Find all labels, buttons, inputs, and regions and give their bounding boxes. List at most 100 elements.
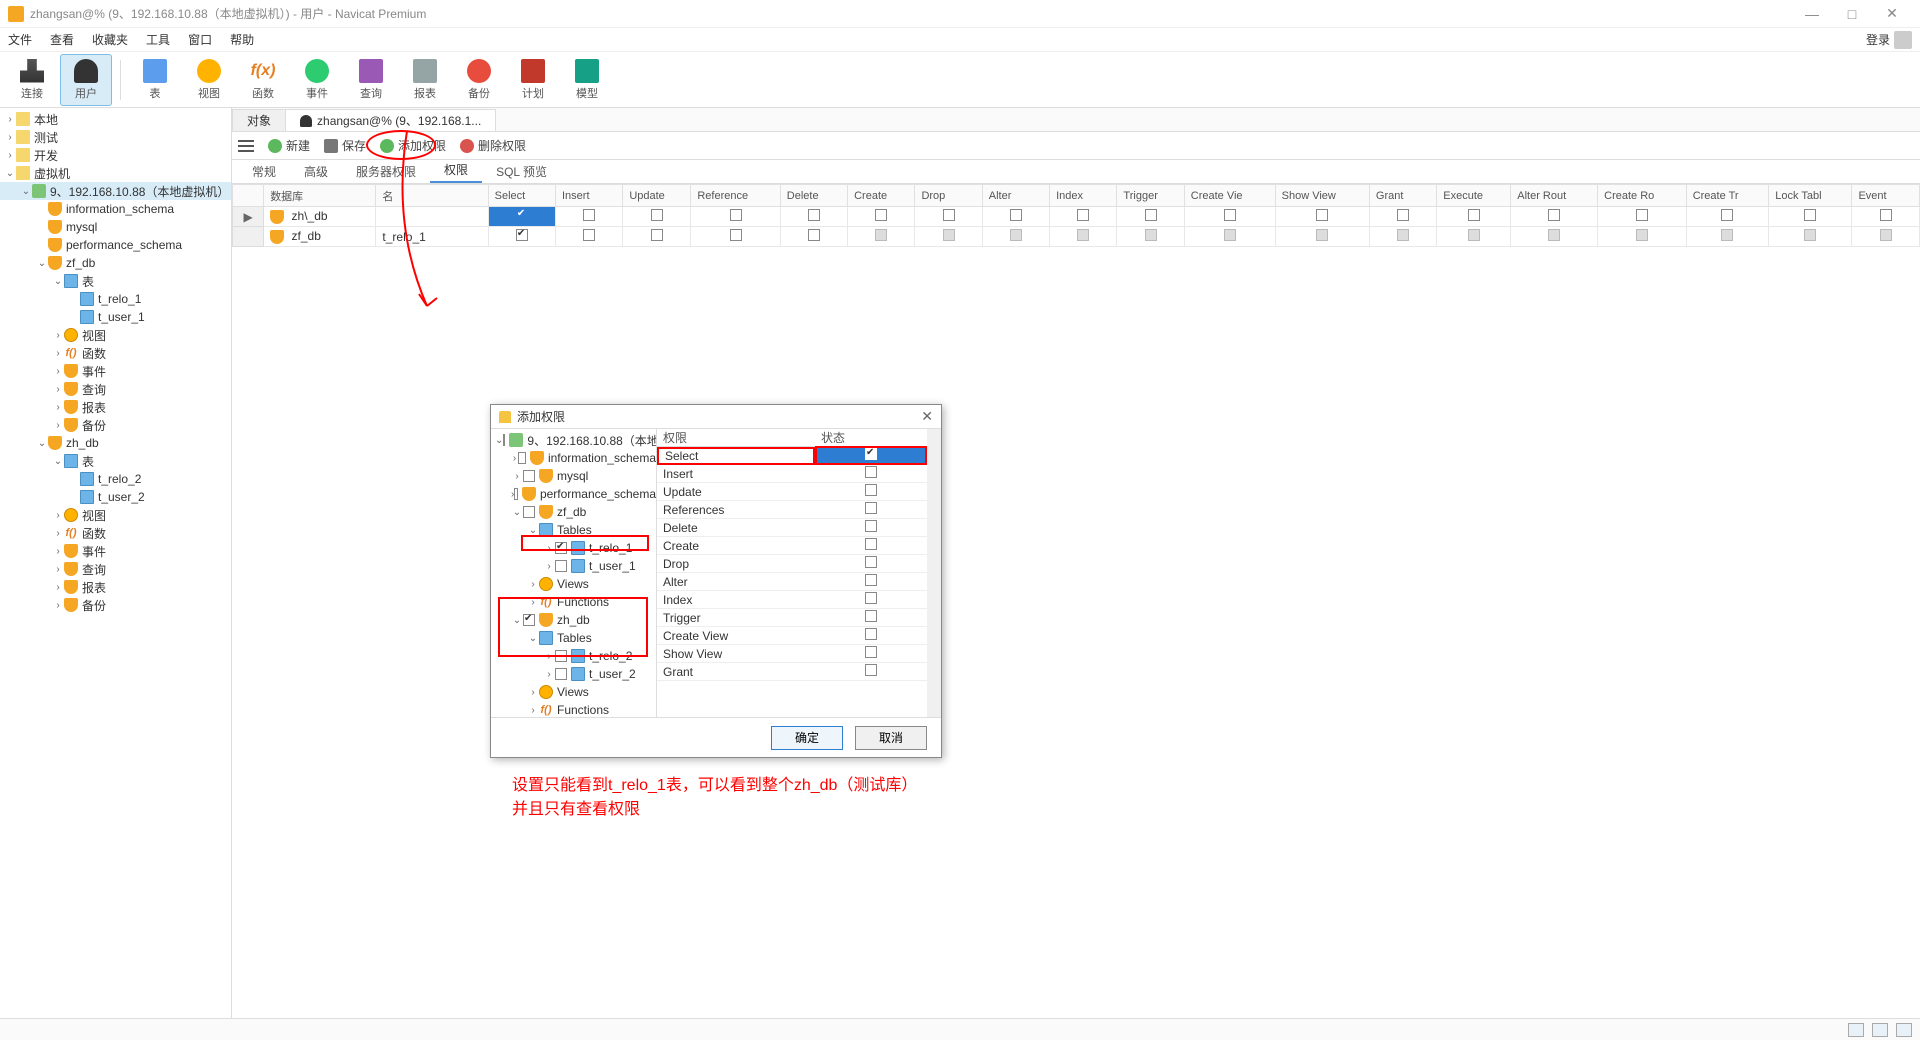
perm-cell[interactable] (1511, 227, 1598, 247)
perm-cell[interactable] (1184, 207, 1275, 227)
permission-row[interactable]: Index (657, 591, 927, 609)
tree-item[interactable]: mysql (0, 218, 231, 236)
menu-fav[interactable]: 收藏夹 (92, 31, 128, 48)
toolbar-query[interactable]: 查询 (345, 54, 397, 106)
perm-cell[interactable] (1184, 227, 1275, 247)
checkbox-icon[interactable] (808, 229, 820, 241)
save-button[interactable]: 保存 (324, 137, 366, 154)
checkbox-icon[interactable] (1145, 229, 1157, 241)
perm-state[interactable] (815, 628, 927, 643)
perm-state[interactable] (815, 556, 927, 571)
perm-cell[interactable] (1852, 227, 1920, 247)
permission-row[interactable]: Select (657, 447, 927, 465)
menu-view[interactable]: 查看 (50, 31, 74, 48)
checkbox-icon[interactable] (1880, 229, 1892, 241)
toolbar-table[interactable]: 表 (129, 54, 181, 106)
tree-item[interactable]: ⌄表 (0, 452, 231, 470)
checkbox-icon[interactable] (865, 448, 877, 460)
checkbox-icon[interactable] (1077, 209, 1089, 221)
menu-help[interactable]: 帮助 (230, 31, 254, 48)
expand-icon[interactable]: › (52, 366, 64, 377)
checkbox-icon[interactable] (1397, 229, 1409, 241)
checkbox-icon[interactable] (865, 628, 877, 640)
dialog-tree-item[interactable]: ›performance_schema (491, 485, 656, 503)
tree-item[interactable]: ⌄虚拟机 (0, 164, 231, 182)
hamburger-icon[interactable] (238, 140, 254, 152)
expand-icon[interactable]: › (527, 705, 539, 716)
expand-icon[interactable]: › (4, 150, 16, 161)
perm-cell[interactable] (780, 227, 847, 247)
expand-icon[interactable]: › (52, 582, 64, 593)
perm-cell[interactable] (1686, 207, 1769, 227)
checkbox-icon[interactable] (1224, 209, 1236, 221)
perm-cell[interactable] (488, 207, 555, 227)
perm-state[interactable] (815, 646, 927, 661)
grid-header[interactable]: Update (623, 185, 691, 207)
checkbox-icon[interactable] (1636, 229, 1648, 241)
permission-row[interactable]: Show View (657, 645, 927, 663)
perm-state[interactable] (815, 610, 927, 625)
perm-cell[interactable] (1598, 207, 1687, 227)
dialog-tree-item[interactable]: ›t_user_2 (491, 665, 656, 683)
grid-header[interactable]: Trigger (1117, 185, 1184, 207)
grid-header[interactable]: Create Ro (1598, 185, 1687, 207)
subtab-2[interactable]: 服务器权限 (342, 160, 430, 183)
perm-state[interactable] (815, 466, 927, 481)
perm-cell[interactable] (1852, 207, 1920, 227)
expand-icon[interactable]: › (4, 114, 16, 125)
checkbox-icon[interactable] (865, 520, 877, 532)
checkbox-icon[interactable] (555, 560, 567, 572)
perm-cell[interactable] (691, 227, 780, 247)
checkbox-icon[interactable] (730, 229, 742, 241)
status-icon-3[interactable] (1896, 1023, 1912, 1037)
expand-icon[interactable]: › (543, 561, 555, 572)
subtab-1[interactable]: 高级 (290, 160, 342, 183)
tree-item[interactable]: information_schema (0, 200, 231, 218)
permission-grid[interactable]: 数据库名SelectInsertUpdateReferenceDeleteCre… (232, 184, 1920, 1018)
status-icon-2[interactable] (1872, 1023, 1888, 1037)
grid-header[interactable]: Drop (915, 185, 982, 207)
perm-cell[interactable] (1686, 227, 1769, 247)
expand-icon[interactable]: ⌄ (52, 276, 64, 287)
checkbox-icon[interactable] (1316, 229, 1328, 241)
grid-header[interactable]: Create Tr (1686, 185, 1769, 207)
grid-header[interactable]: Create Vie (1184, 185, 1275, 207)
perm-state[interactable] (815, 446, 927, 465)
tree-item[interactable]: ⌄9、192.168.10.88（本地虚拟机） (0, 182, 231, 200)
checkbox-icon[interactable] (865, 610, 877, 622)
dialog-tree-item[interactable]: ›Views (491, 575, 656, 593)
toolbar-sched[interactable]: 计划 (507, 54, 559, 106)
perm-cell[interactable] (1050, 207, 1117, 227)
expand-icon[interactable]: › (4, 132, 16, 143)
expand-icon[interactable]: ⌄ (20, 186, 32, 197)
perm-cell[interactable] (1369, 227, 1436, 247)
expand-icon[interactable]: ⌄ (4, 168, 16, 179)
checkbox-icon[interactable] (808, 209, 820, 221)
checkbox-icon[interactable] (1721, 229, 1733, 241)
perm-cell[interactable] (1275, 207, 1369, 227)
perm-cell[interactable] (1598, 227, 1687, 247)
grid-header[interactable]: Execute (1437, 185, 1511, 207)
maximize-button[interactable]: □ (1832, 6, 1872, 22)
expand-icon[interactable]: ⌄ (36, 438, 48, 449)
toolbar-backup[interactable]: 备份 (453, 54, 505, 106)
tree-item[interactable]: performance_schema (0, 236, 231, 254)
permission-row[interactable]: Delete (657, 519, 927, 537)
expand-icon[interactable]: › (52, 384, 64, 395)
grid-header[interactable]: Index (1050, 185, 1117, 207)
add-permission-button[interactable]: 添加权限 (380, 137, 446, 154)
permission-row[interactable]: Drop (657, 555, 927, 573)
tree-item[interactable]: ›事件 (0, 542, 231, 560)
perm-state[interactable] (815, 664, 927, 679)
expand-icon[interactable]: ⌄ (527, 525, 539, 536)
checkbox-icon[interactable] (1316, 209, 1328, 221)
checkbox-icon[interactable] (943, 229, 955, 241)
perm-cell[interactable] (1769, 207, 1852, 227)
expand-icon[interactable]: › (52, 528, 64, 539)
grid-header[interactable]: Reference (691, 185, 780, 207)
permission-row[interactable]: Create (657, 537, 927, 555)
menu-window[interactable]: 窗口 (188, 31, 212, 48)
menu-file[interactable]: 文件 (8, 31, 32, 48)
expand-icon[interactable]: › (52, 420, 64, 431)
expand-icon[interactable]: ⌄ (52, 456, 64, 467)
